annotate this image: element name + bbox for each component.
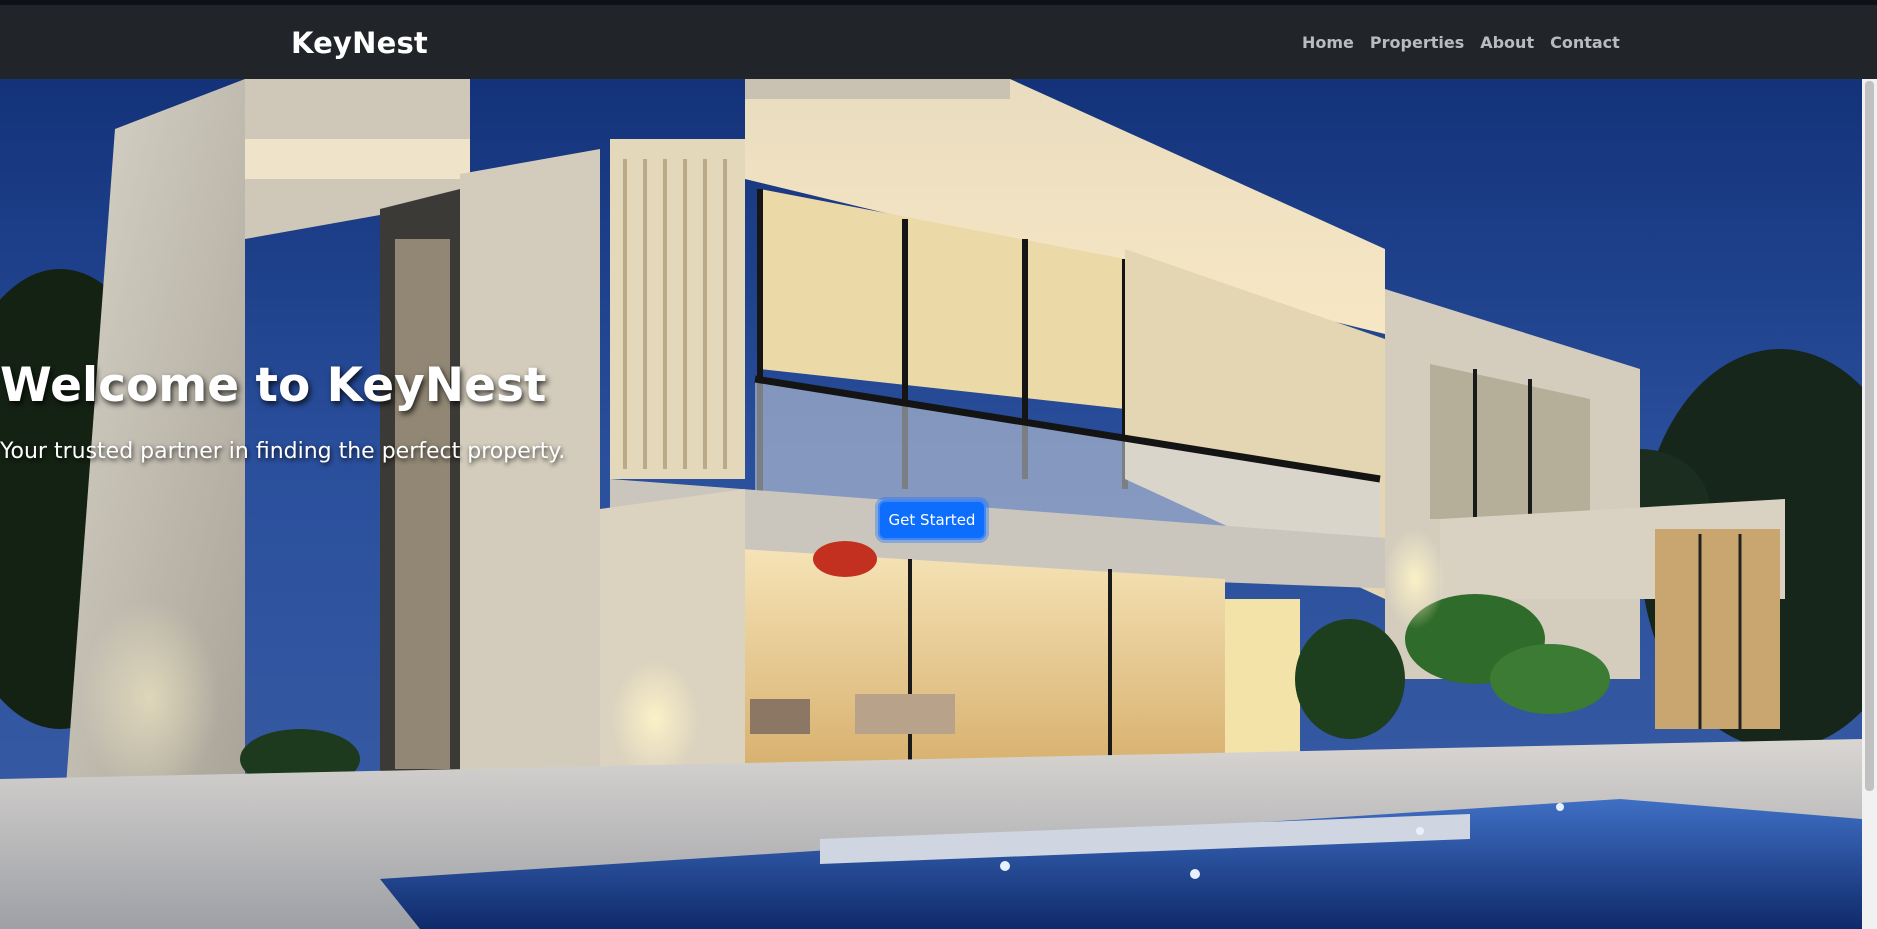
page: KeyNest Home Properties About Contact We… <box>0 0 1877 929</box>
nav-link-about[interactable]: About <box>1480 33 1534 52</box>
get-started-button[interactable]: Get Started <box>878 500 986 540</box>
scrollbar-thumb[interactable] <box>1865 81 1874 791</box>
nav-link-properties[interactable]: Properties <box>1370 33 1464 52</box>
hero-title: Welcome to KeyNest <box>0 358 547 413</box>
hero-subtitle: Your trusted partner in finding the perf… <box>0 439 566 464</box>
nav-links: Home Properties About Contact <box>1302 33 1620 52</box>
nav-link-contact[interactable]: Contact <box>1550 33 1620 52</box>
page-scrollbar[interactable] <box>1862 79 1877 929</box>
brand-logo[interactable]: KeyNest <box>291 26 428 60</box>
nav-link-home[interactable]: Home <box>1302 33 1354 52</box>
navbar: KeyNest Home Properties About Contact <box>0 5 1877 79</box>
